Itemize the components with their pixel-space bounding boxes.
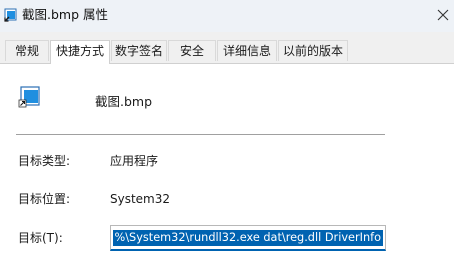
close-button[interactable]: [434, 6, 452, 24]
section-divider: [16, 134, 385, 135]
target-type-value: 应用程序: [110, 154, 159, 168]
tab-previous-versions[interactable]: 以前的版本: [278, 40, 348, 61]
target-label: 目标(T):: [18, 231, 63, 245]
target-input-selected-text: %\System32\rundll32.exe dat\reg.dll Driv…: [112, 230, 383, 246]
target-input[interactable]: %\System32\rundll32.exe dat\reg.dll Driv…: [110, 225, 386, 251]
title-bar: 截图.bmp 属性: [0, 0, 454, 32]
target-location-label: 目标位置:: [18, 192, 71, 206]
tab-security[interactable]: 安全: [168, 40, 216, 61]
target-type-label: 目标类型:: [18, 154, 71, 168]
window-app-icon: [4, 8, 18, 22]
tab-strip: 常规 快捷方式 数字签名 安全 详细信息 以前的版本: [0, 40, 454, 64]
tab-shortcut[interactable]: 快捷方式: [50, 40, 110, 64]
tab-digital-signatures[interactable]: 数字签名: [111, 40, 167, 61]
close-icon: [437, 9, 449, 21]
tab-general[interactable]: 常规: [5, 40, 49, 61]
shortcut-name: 截图.bmp: [95, 94, 153, 109]
window-title: 截图.bmp 属性: [22, 7, 108, 22]
tab-details[interactable]: 详细信息: [217, 40, 277, 61]
target-location-value: System32: [110, 192, 171, 206]
shortcut-bitmap-icon: [16, 86, 44, 108]
